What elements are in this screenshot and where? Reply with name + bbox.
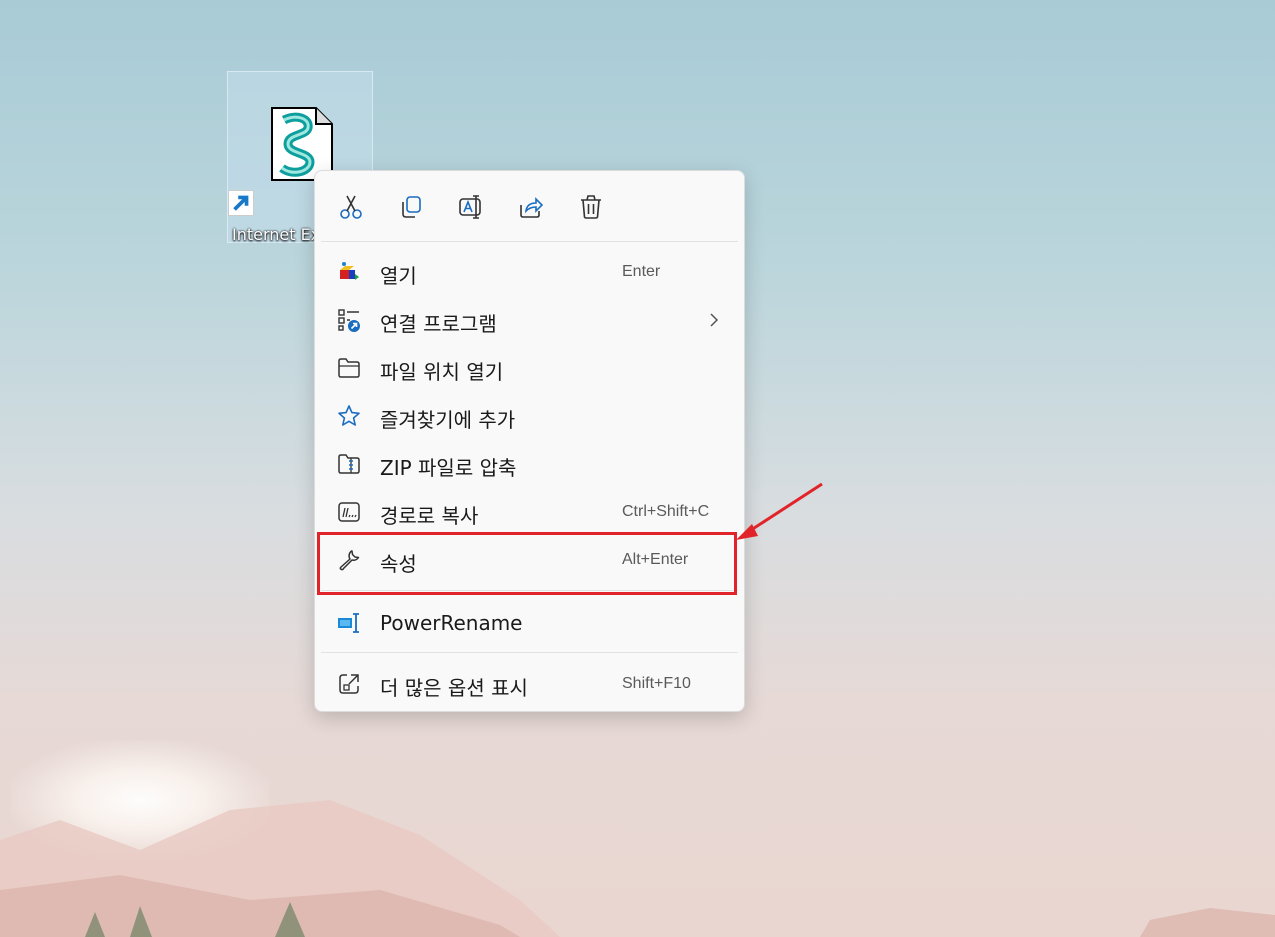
star-icon — [338, 405, 360, 426]
desktop-icon-label: Internet Ex — [232, 225, 321, 244]
open-app-icon — [340, 262, 359, 280]
menu-item-shortcut: Enter — [622, 263, 661, 280]
context-menu-toolbar — [315, 171, 744, 241]
chevron-right-icon — [710, 313, 719, 327]
menu-separator — [321, 241, 738, 242]
menu-item-compress-zip[interactable]: ZIP 파일로 압축 — [315, 442, 744, 486]
highlight-box-properties — [317, 532, 737, 595]
menu-item-label: PowerRename — [380, 611, 523, 635]
menu-item-show-more-options[interactable]: 더 많은 옵션 표시 Shift+F10 — [315, 662, 744, 706]
more-options-icon — [339, 674, 359, 694]
menu-item-copy-as-path[interactable]: 경로로 복사 Ctrl+Shift+C — [315, 490, 744, 534]
menu-item-label: 경로로 복사 — [380, 504, 479, 528]
menu-item-label: ZIP 파일로 압축 — [380, 456, 517, 480]
rename-icon[interactable] — [457, 193, 485, 221]
shortcut-arrow-icon — [228, 190, 254, 216]
share-icon[interactable] — [517, 193, 545, 221]
menu-item-open-with[interactable]: 연결 프로그램 — [315, 298, 744, 342]
menu-item-open[interactable]: 열기 Enter — [315, 250, 744, 294]
menu-separator — [321, 652, 738, 653]
folder-icon — [338, 358, 360, 378]
menu-item-shortcut: Ctrl+Shift+C — [622, 503, 710, 520]
desert-landscape — [0, 800, 1275, 937]
menu-item-shortcut: Shift+F10 — [622, 675, 691, 692]
annotation-arrow — [736, 482, 823, 540]
trash-icon[interactable] — [577, 193, 605, 221]
menu-item-label: 연결 프로그램 — [380, 312, 497, 336]
zip-folder-icon — [338, 454, 360, 474]
menu-item-add-to-favorites[interactable]: 즐겨찾기에 추가 — [315, 394, 744, 438]
menu-item-label: 더 많은 옵션 표시 — [380, 676, 528, 700]
menu-item-label: 파일 위치 열기 — [380, 360, 504, 384]
copy-path-icon — [338, 502, 360, 522]
context-menu: 열기 Enter 연결 프로그램 파일 위치 열기 즐겨찾기에 추가 ZIP 파… — [314, 170, 745, 712]
powerrename-icon — [338, 613, 359, 633]
menu-item-label: 열기 — [380, 264, 417, 288]
scissors-icon[interactable] — [337, 193, 365, 221]
menu-item-powerrename[interactable]: PowerRename — [315, 601, 744, 645]
open-with-icon — [338, 309, 360, 332]
menu-item-label: 즐겨찾기에 추가 — [380, 408, 516, 432]
copy-icon[interactable] — [397, 193, 425, 221]
menu-item-open-file-location[interactable]: 파일 위치 열기 — [315, 346, 744, 390]
